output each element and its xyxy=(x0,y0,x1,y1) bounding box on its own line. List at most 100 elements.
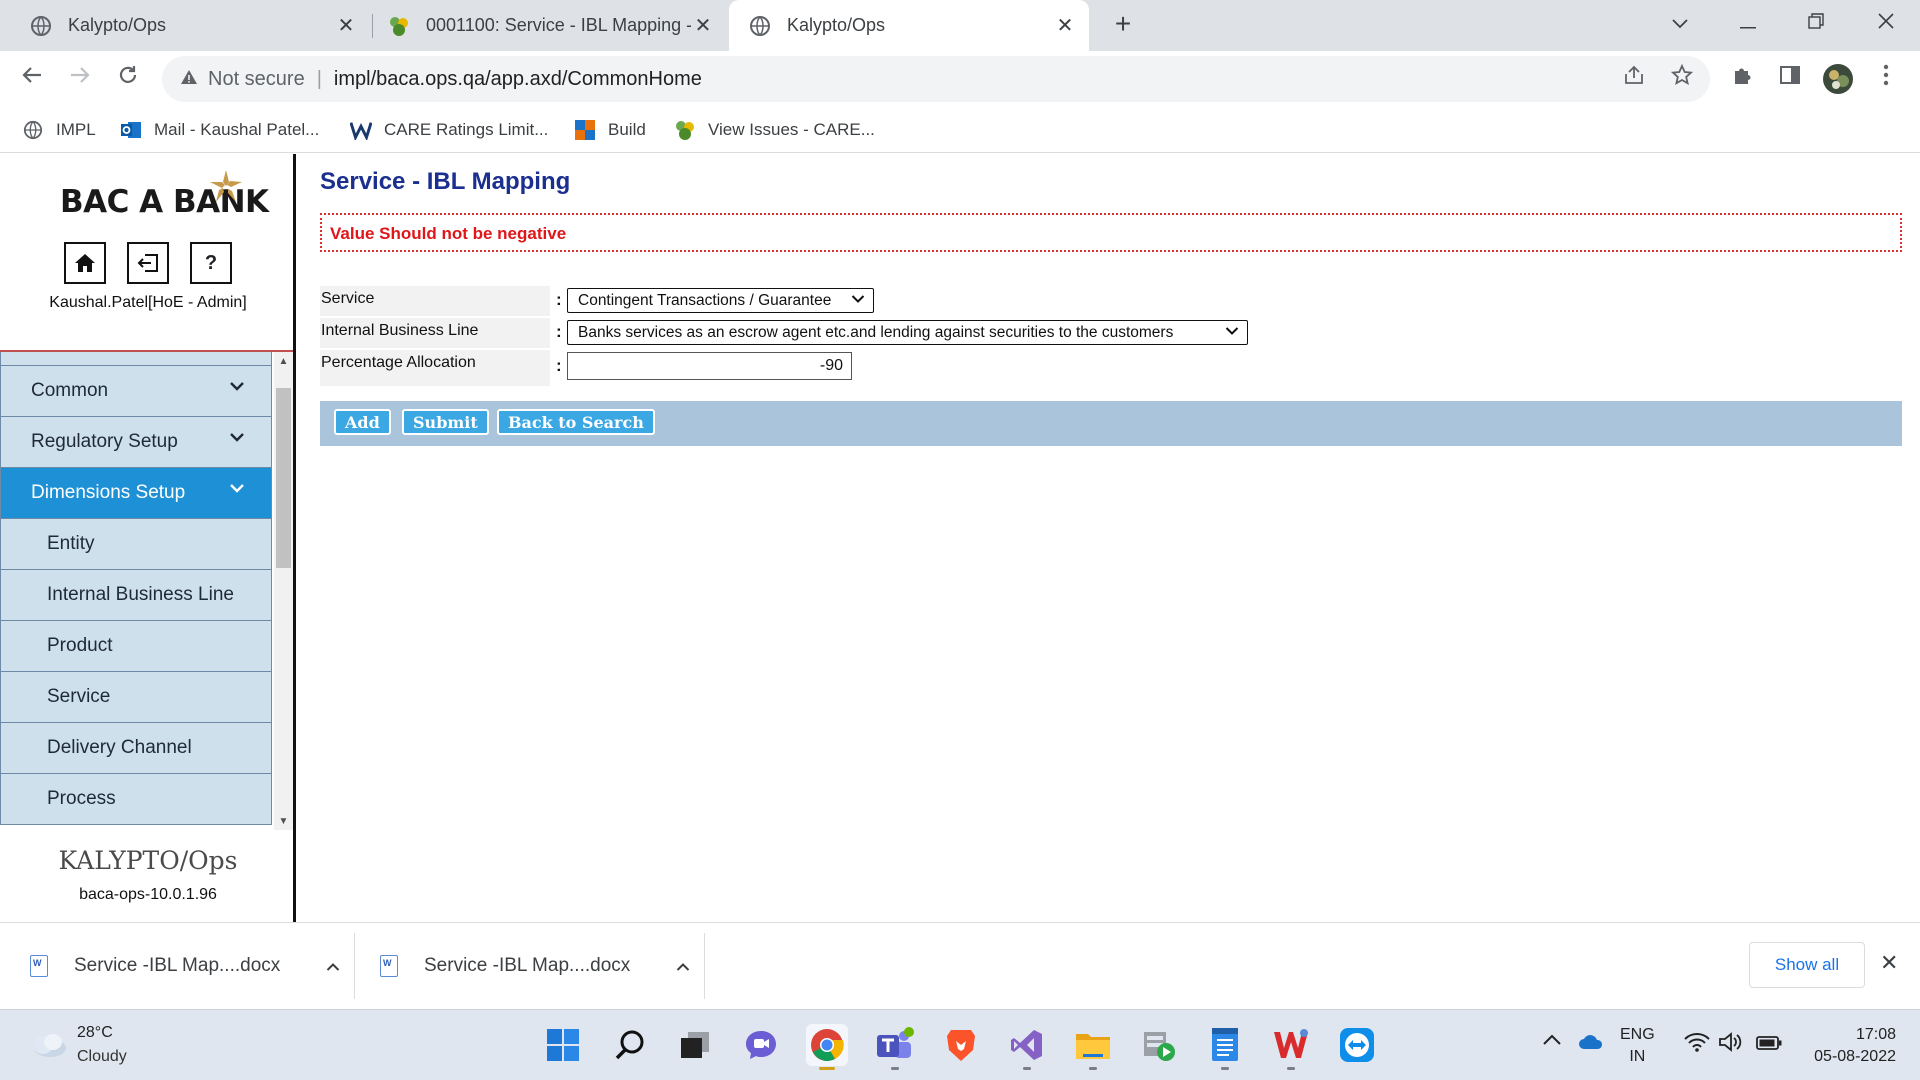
tab-kalypto-active[interactable]: Kalypto/Ops ✕ xyxy=(729,0,1089,51)
url-text[interactable]: impl/baca.ops.qa/app.axd/CommonHome xyxy=(334,68,702,91)
new-tab-button[interactable]: + xyxy=(1108,9,1138,39)
clock-date: 05-08-2022 xyxy=(1814,1048,1896,1065)
action-bar: Add Submit Back to Search xyxy=(320,401,1902,446)
current-user-label: Kaushal.Patel[HoE - Admin] xyxy=(49,294,247,311)
menu-item-partial xyxy=(0,352,272,366)
add-button[interactable]: Add xyxy=(334,409,391,435)
chat-button[interactable] xyxy=(740,1024,782,1066)
bookmark-star-icon[interactable] xyxy=(1666,63,1698,95)
help-button[interactable]: ? xyxy=(190,242,232,284)
download-item[interactable]: Service -IBL Map....docx xyxy=(380,933,690,999)
menu-item-process[interactable]: Process xyxy=(0,774,272,825)
window-close-icon[interactable] xyxy=(1866,8,1906,38)
close-icon[interactable]: ✕ xyxy=(334,13,358,38)
close-downloads-icon[interactable]: ✕ xyxy=(1880,950,1898,976)
back-arrow-icon[interactable] xyxy=(16,63,48,95)
omnibox-divider: | xyxy=(316,67,322,90)
download-item[interactable]: Service -IBL Map....docx xyxy=(30,933,340,999)
address-bar[interactable]: Not secure | impl/baca.ops.qa/app.axd/Co… xyxy=(162,56,1710,102)
reload-icon[interactable] xyxy=(112,63,144,95)
tab-kalypto-1[interactable]: Kalypto/Ops ✕ xyxy=(0,0,370,51)
main-content: Service - IBL Mapping Value Should not b… xyxy=(299,154,1920,922)
chevron-up-icon[interactable] xyxy=(326,956,340,977)
brave-taskbar-app[interactable] xyxy=(940,1024,982,1066)
logout-icon xyxy=(137,254,158,272)
show-hidden-icons-chevron-up-icon[interactable] xyxy=(1542,1030,1562,1051)
weather-temperature[interactable]: 28°C xyxy=(77,1024,113,1042)
running-indicator xyxy=(891,1067,899,1070)
tab-service-ibl-mapping[interactable]: 0001100: Service - IBL Mapping - ✕ xyxy=(372,0,727,51)
chevron-down-icon xyxy=(851,295,865,303)
download-filename: Service -IBL Map....docx xyxy=(424,955,631,976)
chrome-taskbar-app[interactable] xyxy=(806,1024,848,1070)
search-icon xyxy=(615,1030,644,1060)
onedrive-cloud-icon[interactable] xyxy=(1578,1034,1604,1055)
menu-item-dimensions-setup[interactable]: Dimensions Setup xyxy=(0,468,272,519)
service-select-value: Contingent Transactions / Guarantee xyxy=(578,292,832,309)
scroll-down-arrow-icon[interactable]: ▼ xyxy=(274,816,293,827)
search-button[interactable] xyxy=(610,1024,652,1066)
menu-item-delivery-channel[interactable]: Delivery Channel xyxy=(0,723,272,774)
menu-item-regulatory-setup[interactable]: Regulatory Setup xyxy=(0,417,272,468)
system-clock[interactable]: 17:08 05-08-2022 xyxy=(1800,1024,1896,1068)
menu-item-entity[interactable]: Entity xyxy=(0,519,272,570)
scrollbar-thumb[interactable] xyxy=(276,388,291,568)
forward-arrow-icon[interactable] xyxy=(64,63,96,95)
task-view-button[interactable] xyxy=(674,1024,716,1066)
wifi-icon[interactable] xyxy=(1684,1032,1710,1057)
wps-taskbar-app[interactable] xyxy=(1270,1024,1312,1070)
chevron-up-icon[interactable] xyxy=(676,956,690,977)
teams-taskbar-app[interactable] xyxy=(874,1024,916,1070)
nav-menu: Common Regulatory Setup Dimensions Setup… xyxy=(0,350,293,830)
service-select[interactable]: Contingent Transactions / Guarantee xyxy=(567,288,874,313)
security-status[interactable]: Not secure xyxy=(208,68,305,91)
close-icon[interactable]: ✕ xyxy=(691,13,715,38)
file-explorer-taskbar-app[interactable] xyxy=(1072,1024,1114,1070)
visual-studio-taskbar-app[interactable] xyxy=(1006,1024,1048,1070)
volume-icon[interactable] xyxy=(1718,1032,1744,1057)
menu-item-service[interactable]: Service xyxy=(0,672,272,723)
submit-button[interactable]: Submit xyxy=(402,409,489,435)
teamviewer-icon xyxy=(1340,1028,1374,1062)
scroll-up-arrow-icon[interactable]: ▲ xyxy=(274,356,293,367)
bookmark-impl[interactable]: IMPL xyxy=(22,115,96,145)
internal-business-line-select[interactable]: Banks services as an escrow agent etc.an… xyxy=(567,320,1248,345)
restore-icon[interactable] xyxy=(1796,8,1836,38)
home-button[interactable] xyxy=(64,242,106,284)
input-language[interactable]: ENG IN xyxy=(1620,1024,1655,1068)
menu-item-label: Entity xyxy=(47,533,95,554)
start-button[interactable] xyxy=(542,1024,584,1066)
word-doc-icon xyxy=(30,955,48,977)
wps-office-icon xyxy=(1274,1029,1308,1058)
bookmark-build[interactable]: Build xyxy=(574,115,646,145)
menu-item-common[interactable]: Common xyxy=(0,366,272,417)
bookmark-view-issues[interactable]: View Issues - CARE... xyxy=(674,115,875,145)
cloud-icon[interactable] xyxy=(28,1032,68,1061)
menu-item-label: Delivery Channel xyxy=(47,737,192,758)
kebab-menu-icon[interactable] xyxy=(1870,63,1902,95)
share-icon[interactable] xyxy=(1618,63,1650,95)
minimize-icon[interactable] xyxy=(1728,8,1768,38)
build-icon xyxy=(574,119,596,141)
tab-search-icon[interactable] xyxy=(1660,8,1700,38)
show-all-downloads-button[interactable]: Show all xyxy=(1749,942,1865,988)
menu-item-internal-business-line[interactable]: Internal Business Line xyxy=(0,570,272,621)
logout-button[interactable] xyxy=(127,242,169,284)
extensions-puzzle-icon[interactable] xyxy=(1726,63,1758,95)
battery-icon[interactable] xyxy=(1756,1034,1782,1055)
profile-avatar[interactable] xyxy=(1822,63,1854,95)
menu-item-product[interactable]: Product xyxy=(0,621,272,672)
weather-condition[interactable]: Cloudy xyxy=(77,1048,127,1066)
media-player-icon xyxy=(1144,1032,1175,1061)
percentage-allocation-input[interactable]: -90 xyxy=(567,352,852,380)
bookmark-mail[interactable]: Mail - Kaushal Patel... xyxy=(120,115,319,145)
back-to-search-button[interactable]: Back to Search xyxy=(497,409,655,435)
teamviewer-taskbar-app[interactable] xyxy=(1336,1024,1378,1066)
media-taskbar-app[interactable] xyxy=(1138,1024,1180,1066)
bookmark-care-ratings[interactable]: CARE Ratings Limit... xyxy=(350,115,548,145)
menu-scrollbar[interactable]: ▲ ▼ xyxy=(274,352,293,830)
bookmark-label: IMPL xyxy=(56,120,96,139)
notepad-taskbar-app[interactable] xyxy=(1204,1024,1246,1070)
side-panel-icon[interactable] xyxy=(1774,63,1806,95)
close-icon[interactable]: ✕ xyxy=(1053,13,1077,38)
